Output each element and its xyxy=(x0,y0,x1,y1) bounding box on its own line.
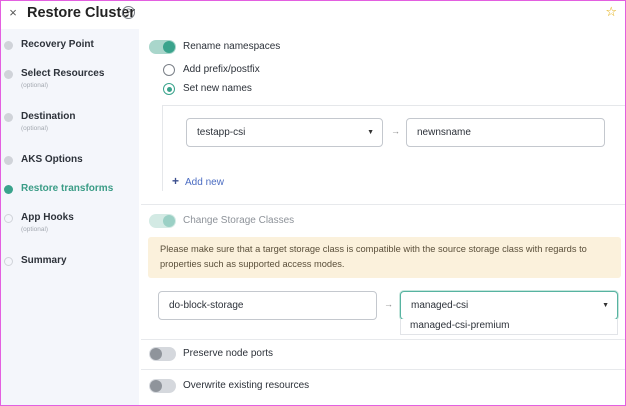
step-label: Restore transforms xyxy=(21,183,114,194)
toggle-knob xyxy=(163,215,175,227)
step-dot-active xyxy=(4,185,13,194)
help-icon[interactable]: ? xyxy=(122,6,135,19)
overwrite-resources-toggle[interactable] xyxy=(149,379,176,393)
toggle-knob xyxy=(150,348,162,360)
target-storage-class-select[interactable]: managed-csi ▼ xyxy=(400,291,618,320)
add-prefix-radio[interactable] xyxy=(163,64,175,76)
dropdown-option-managed-csi-premium[interactable]: managed-csi-premium xyxy=(410,320,509,331)
step-optional: (optional) xyxy=(21,82,49,89)
step-optional: (optional) xyxy=(21,125,49,132)
preserve-node-ports-label: Preserve node ports xyxy=(183,348,274,359)
header: × Restore Cluster ? ☆ xyxy=(1,1,625,27)
rename-namespaces-toggle[interactable] xyxy=(149,40,176,54)
step-dot xyxy=(4,257,13,266)
source-storage-class-value: do-block-storage xyxy=(169,300,244,311)
new-namespace-value: newnsname xyxy=(417,127,471,138)
main-content: Rename namespaces Add prefix/postfix Set… xyxy=(139,29,625,405)
close-icon[interactable]: × xyxy=(7,6,19,20)
arrow-right-icon: → xyxy=(384,299,393,309)
step-label: Select Resources xyxy=(21,68,105,79)
source-storage-class-input[interactable]: do-block-storage xyxy=(158,291,377,320)
divider xyxy=(141,339,625,340)
chevron-down-icon: ▼ xyxy=(367,129,374,136)
step-label: Recovery Point xyxy=(21,39,94,50)
step-label: Destination xyxy=(21,111,76,122)
toggle-knob xyxy=(163,41,175,53)
chevron-down-icon: ▼ xyxy=(602,302,609,309)
add-prefix-label: Add prefix/postfix xyxy=(183,64,260,75)
storage-class-dropdown: managed-csi-premium xyxy=(400,319,618,335)
step-dot xyxy=(4,214,13,223)
divider xyxy=(141,204,625,205)
step-label: Summary xyxy=(21,255,67,266)
step-label: AKS Options xyxy=(21,154,83,165)
source-namespace-value: testapp-csi xyxy=(197,127,246,138)
overwrite-resources-label: Overwrite existing resources xyxy=(183,380,310,391)
toggle-knob xyxy=(150,380,162,392)
storage-class-warning: Please make sure that a target storage c… xyxy=(148,237,621,278)
step-dot xyxy=(4,41,13,50)
divider xyxy=(141,369,625,370)
plus-icon: + xyxy=(172,174,180,188)
star-icon[interactable]: ☆ xyxy=(605,4,617,20)
set-new-names-radio[interactable] xyxy=(163,83,175,95)
target-storage-class-value: managed-csi xyxy=(411,300,469,311)
step-dot xyxy=(4,70,13,79)
step-optional: (optional) xyxy=(21,226,49,233)
page-title: Restore Cluster xyxy=(27,5,135,21)
arrow-right-icon: → xyxy=(391,126,400,136)
set-new-names-label: Set new names xyxy=(183,83,252,94)
rename-namespaces-label: Rename namespaces xyxy=(183,41,281,52)
step-dot xyxy=(4,113,13,122)
preserve-node-ports-toggle[interactable] xyxy=(149,347,176,361)
change-storage-classes-label: Change Storage Classes xyxy=(183,215,295,226)
restore-cluster-window: × Restore Cluster ? ☆ Recovery Point Sel… xyxy=(0,0,626,406)
add-new-label: Add new xyxy=(185,177,224,188)
step-dot xyxy=(4,156,13,165)
step-label: App Hooks xyxy=(21,212,74,223)
change-storage-classes-toggle[interactable] xyxy=(149,214,176,228)
new-namespace-input[interactable]: newnsname xyxy=(406,118,605,147)
source-namespace-select[interactable]: testapp-csi ▼ xyxy=(186,118,383,147)
add-new-button[interactable]: + Add new xyxy=(172,174,224,188)
wizard-sidebar: Recovery Point Select Resources (optiona… xyxy=(1,29,139,405)
